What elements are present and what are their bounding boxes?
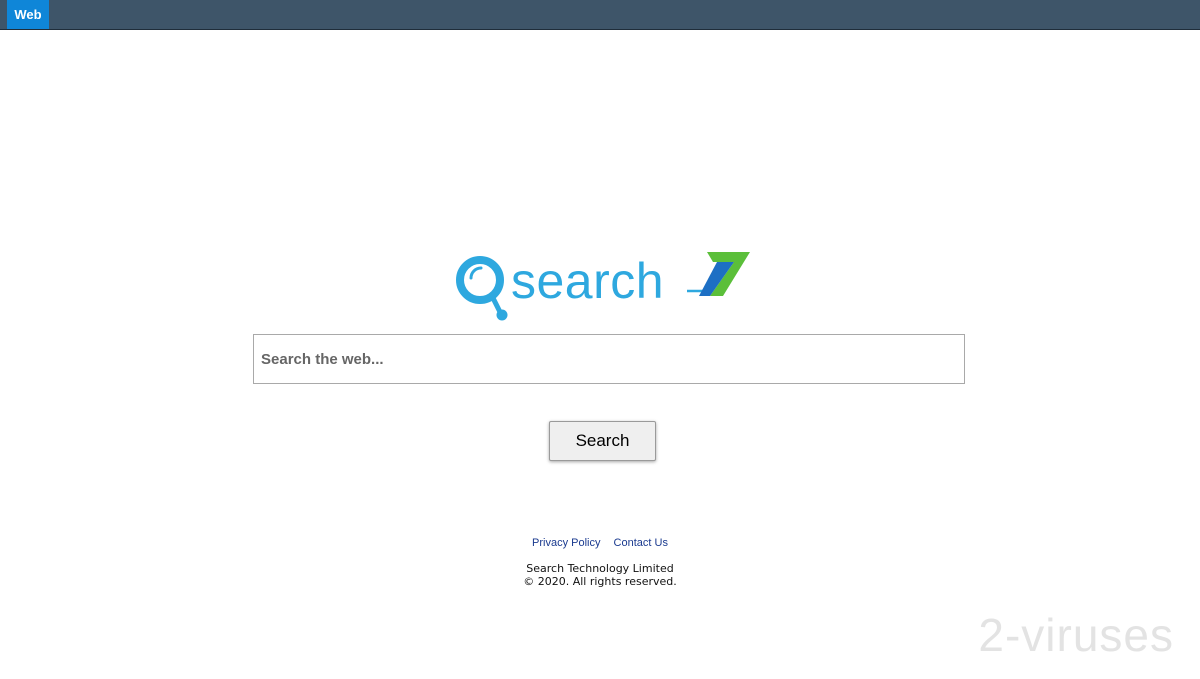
copyright-text: © 2020. All rights reserved.: [523, 575, 677, 588]
company-name: Search Technology Limited: [526, 562, 674, 575]
search-field[interactable]: [253, 334, 965, 384]
footer-links: Privacy Policy Contact Us: [0, 537, 1200, 549]
logo-wordmark: search: [511, 253, 664, 309]
search-button[interactable]: Search: [549, 421, 656, 461]
search7-logo: search: [456, 252, 750, 321]
tab-web[interactable]: Web: [7, 0, 49, 29]
contact-us-link[interactable]: Contact Us: [614, 537, 668, 549]
privacy-policy-link[interactable]: Privacy Policy: [532, 537, 600, 549]
top-navigation-bar: Web: [0, 0, 1200, 30]
search-input[interactable]: [254, 335, 964, 383]
magnifier-icon: [456, 256, 508, 321]
watermark: 2-viruses: [978, 609, 1174, 661]
seven-emblem: [699, 252, 750, 296]
copyright-block: Search Technology Limited © 2020. All ri…: [0, 562, 1200, 588]
